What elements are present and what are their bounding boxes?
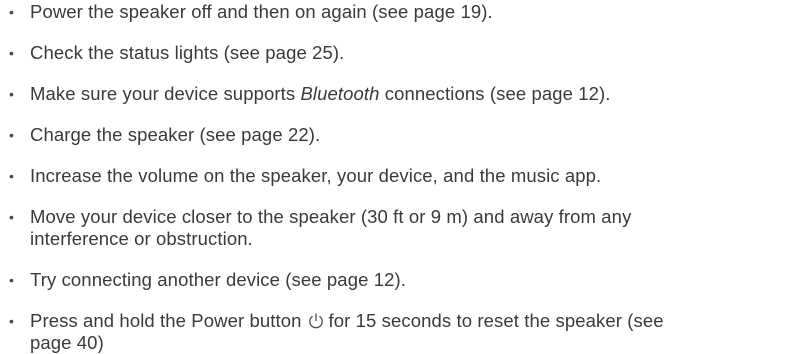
- text-segment: Make sure your device supports: [30, 83, 301, 104]
- bullet: •: [9, 127, 15, 143]
- list-item-text: Make sure your device supports Bluetooth…: [30, 83, 809, 105]
- list-item-text: Power the speaker off and then on again …: [30, 1, 493, 22]
- text-line: Press and hold the Power button for 15 se…: [30, 310, 809, 332]
- list-item-text: Check the status lights (see page 25).: [30, 42, 345, 63]
- text-segment: for 15 seconds to reset the speaker (see: [328, 310, 664, 331]
- bullet: •: [9, 45, 15, 61]
- text-segment: Press and hold the Power button: [30, 310, 302, 331]
- power-icon: [307, 312, 325, 330]
- list-item: • Check the status lights (see page 25).: [0, 42, 811, 64]
- bullet: •: [9, 313, 15, 329]
- list-item-text: Charge the speaker (see page 22).: [30, 124, 321, 145]
- list-item-text: Press and hold the Power button for 15 se…: [30, 310, 809, 354]
- list-item: • Increase the volume on the speaker, yo…: [0, 165, 811, 187]
- text-line: Move your device closer to the speaker (…: [30, 206, 632, 227]
- bullet: •: [9, 4, 15, 20]
- text-segment: connections (see page 12).: [379, 83, 611, 104]
- list-item-text: Try connecting another device (see page …: [30, 269, 406, 290]
- list-item-text: Move your device closer to the speaker (…: [30, 206, 809, 250]
- list-item: • Try connecting another device (see pag…: [0, 269, 811, 291]
- bullet: •: [9, 86, 15, 102]
- text-line: page 40): [30, 332, 104, 353]
- list-item-text: Increase the volume on the speaker, your…: [30, 165, 602, 186]
- bullet: •: [9, 168, 15, 184]
- list-item: • Move your device closer to the speaker…: [0, 206, 811, 250]
- bullet: •: [9, 272, 15, 288]
- list-item: • Power the speaker off and then on agai…: [0, 1, 811, 23]
- list-item: • Press and hold the Power button for 15 …: [0, 310, 811, 354]
- text-line: interference or obstruction.: [30, 228, 253, 249]
- bullet: •: [9, 209, 15, 225]
- bluetooth-term: Bluetooth: [300, 83, 380, 104]
- list-item: • Charge the speaker (see page 22).: [0, 124, 811, 146]
- list-item: • Make sure your device supports Bluetoo…: [0, 83, 811, 105]
